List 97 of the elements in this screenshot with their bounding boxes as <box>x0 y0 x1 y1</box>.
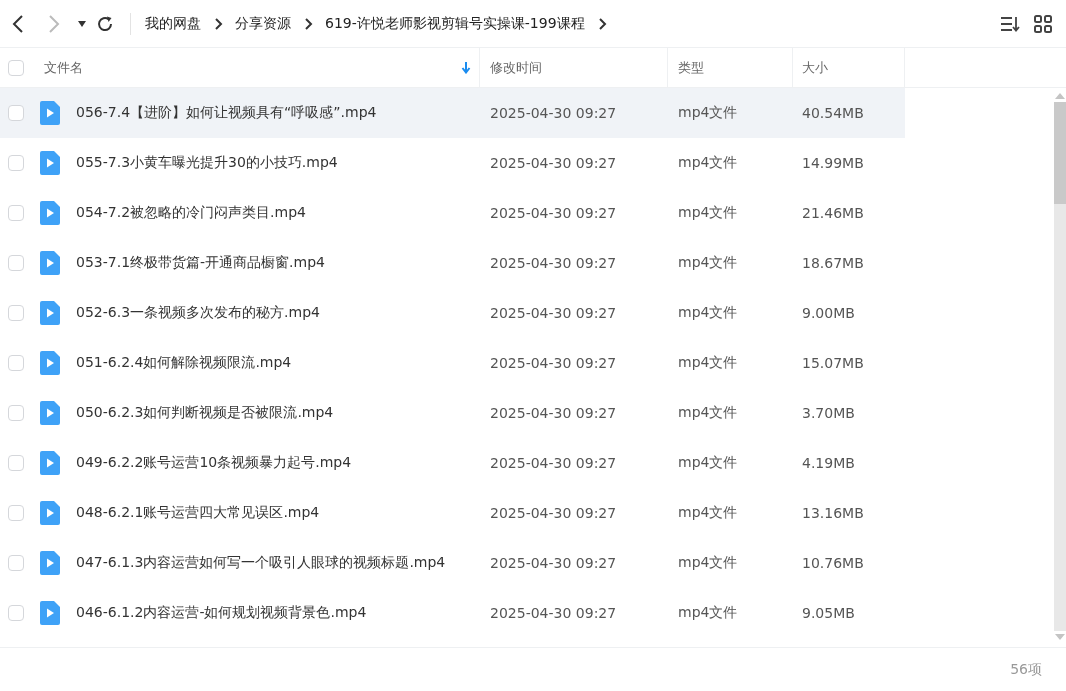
video-file-icon <box>40 301 60 325</box>
file-type: mp4文件 <box>678 454 738 472</box>
table-row[interactable]: 053-7.1终极带货篇-开通商品橱窗.mp4 2025-04-30 09:27 mp4文件 18.67MB <box>0 238 905 288</box>
row-checkbox[interactable] <box>8 555 24 571</box>
breadcrumb-item[interactable]: 619-许悦老师影视剪辑号实操课-199课程 <box>325 14 585 33</box>
table-row[interactable]: 049-6.2.2账号运营10条视频暴力起号.mp4 2025-04-30 09:27 mp4文件 4.19MB <box>0 438 905 488</box>
file-size: 13.16MB <box>802 505 864 521</box>
chevron-right-icon <box>215 17 223 30</box>
select-all-checkbox[interactable] <box>8 59 24 76</box>
video-file-icon <box>40 151 60 175</box>
modified-date: 2025-04-30 09:27 <box>490 405 617 421</box>
file-size: 40.54MB <box>802 105 864 121</box>
row-checkbox[interactable] <box>8 305 24 321</box>
breadcrumb-item[interactable]: 我的网盘 <box>145 14 201 33</box>
file-name[interactable]: 049-6.2.2账号运营10条视频暴力起号.mp4 <box>76 454 352 472</box>
row-checkbox[interactable] <box>8 605 24 621</box>
row-checkbox[interactable] <box>8 455 24 471</box>
file-name[interactable]: 053-7.1终极带货篇-开通商品橱窗.mp4 <box>76 254 325 272</box>
table-row[interactable]: 048-6.2.1账号运营四大常见误区.mp4 2025-04-30 09:27 mp4文件 13.16MB <box>0 488 905 538</box>
modified-date: 2025-04-30 09:27 <box>490 555 617 571</box>
column-header[interactable]: 类型 <box>678 58 704 77</box>
video-file-icon <box>40 251 60 275</box>
modified-date: 2025-04-30 09:27 <box>490 305 617 321</box>
file-size: 14.99MB <box>802 155 864 171</box>
file-size: 3.70MB <box>802 405 855 421</box>
table-row[interactable]: 056-7.4【进阶】如何让视频具有“呼吸感”.mp4 2025-04-30 09:27 mp4文件 40.54MB <box>0 88 905 138</box>
grid-view-icon[interactable] <box>1034 14 1052 33</box>
file-type: mp4文件 <box>678 104 738 122</box>
file-name[interactable]: 047-6.1.3内容运营如何写一个吸引人眼球的视频标题.mp4 <box>76 554 446 572</box>
video-file-icon <box>40 401 60 425</box>
scroll-up-icon[interactable] <box>1054 92 1066 100</box>
scrollbar-thumb[interactable] <box>1054 102 1066 204</box>
table-row[interactable]: 046-6.1.2内容运营-如何规划视频背景色.mp4 2025-04-30 09:27 mp4文件 9.05MB <box>0 588 905 638</box>
file-type: mp4文件 <box>678 354 738 372</box>
file-type: mp4文件 <box>678 554 738 572</box>
chevron-right-icon <box>305 17 313 30</box>
sort-descending-icon[interactable] <box>461 61 471 74</box>
column-header[interactable]: 大小 <box>802 58 828 77</box>
file-name[interactable]: 052-6.3一条视频多次发布的秘方.mp4 <box>76 304 320 322</box>
file-name[interactable]: 056-7.4【进阶】如何让视频具有“呼吸感”.mp4 <box>76 104 377 122</box>
row-checkbox[interactable] <box>8 355 24 371</box>
file-size: 4.19MB <box>802 455 855 471</box>
modified-date: 2025-04-30 09:27 <box>490 205 617 221</box>
row-checkbox[interactable] <box>8 105 24 121</box>
table-row[interactable]: 055-7.3小黄车曝光提升30的小技巧.mp4 2025-04-30 09:27 mp4文件 14.99MB <box>0 138 905 188</box>
sort-icon[interactable] <box>1000 15 1020 32</box>
table-row[interactable]: 052-6.3一条视频多次发布的秘方.mp4 2025-04-30 09:27 mp4文件 9.00MB <box>0 288 905 338</box>
file-type: mp4文件 <box>678 204 738 222</box>
video-file-icon <box>40 101 60 125</box>
row-checkbox[interactable] <box>8 255 24 271</box>
file-name[interactable]: 055-7.3小黄车曝光提升30的小技巧.mp4 <box>76 154 338 172</box>
modified-date: 2025-04-30 09:27 <box>490 355 617 371</box>
file-name[interactable]: 050-6.2.3如何判断视频是否被限流.mp4 <box>76 404 334 422</box>
modified-date: 2025-04-30 09:27 <box>490 155 617 171</box>
modified-date: 2025-04-30 09:27 <box>490 255 617 271</box>
modified-date: 2025-04-30 09:27 <box>490 455 617 471</box>
column-header[interactable]: 文件名 <box>44 58 461 77</box>
dropdown-caret-icon[interactable] <box>78 20 86 27</box>
file-size: 15.07MB <box>802 355 864 371</box>
video-file-icon <box>40 501 60 525</box>
file-size: 10.76MB <box>802 555 864 571</box>
video-file-icon <box>40 201 60 225</box>
file-type: mp4文件 <box>678 604 738 622</box>
column-header[interactable]: 修改时间 <box>490 58 542 77</box>
file-size: 21.46MB <box>802 205 864 221</box>
file-type: mp4文件 <box>678 504 738 522</box>
breadcrumb-item[interactable]: 分享资源 <box>235 14 291 33</box>
file-type: mp4文件 <box>678 154 738 172</box>
scroll-down-icon[interactable] <box>1054 633 1066 641</box>
video-file-icon <box>40 351 60 375</box>
file-name[interactable]: 048-6.2.1账号运营四大常见误区.mp4 <box>76 504 320 522</box>
file-name[interactable]: 054-7.2被忽略的冷门闷声类目.mp4 <box>76 204 306 222</box>
file-name[interactable]: 051-6.2.4如何解除视频限流.mp4 <box>76 354 292 372</box>
file-type: mp4文件 <box>678 404 738 422</box>
refresh-icon[interactable] <box>96 14 114 33</box>
file-name[interactable]: 046-6.1.2内容运营-如何规划视频背景色.mp4 <box>76 604 367 622</box>
modified-date: 2025-04-30 09:27 <box>490 505 617 521</box>
video-file-icon <box>40 451 60 475</box>
file-type: mp4文件 <box>678 254 738 272</box>
file-size: 9.00MB <box>802 305 855 321</box>
row-checkbox[interactable] <box>8 505 24 521</box>
chevron-right-icon <box>598 17 607 30</box>
row-checkbox[interactable] <box>8 155 24 171</box>
video-file-icon <box>40 601 60 625</box>
table-row[interactable]: 051-6.2.4如何解除视频限流.mp4 2025-04-30 09:27 mp4文件 15.07MB <box>0 338 905 388</box>
file-size: 9.05MB <box>802 605 855 621</box>
item-count: 56项 <box>1010 660 1042 679</box>
modified-date: 2025-04-30 09:27 <box>490 105 617 121</box>
row-checkbox[interactable] <box>8 205 24 221</box>
modified-date: 2025-04-30 09:27 <box>490 605 617 621</box>
file-size: 18.67MB <box>802 255 864 271</box>
row-checkbox[interactable] <box>8 405 24 421</box>
file-type: mp4文件 <box>678 304 738 322</box>
table-row[interactable]: 054-7.2被忽略的冷门闷声类目.mp4 2025-04-30 09:27 mp4文件 21.46MB <box>0 188 905 238</box>
video-file-icon <box>40 551 60 575</box>
table-row[interactable]: 047-6.1.3内容运营如何写一个吸引人眼球的视频标题.mp4 2025-04-30 09:27 mp4文件 10.76MB <box>0 538 905 588</box>
table-row[interactable]: 050-6.2.3如何判断视频是否被限流.mp4 2025-04-30 09:27 mp4文件 3.70MB <box>0 388 905 438</box>
